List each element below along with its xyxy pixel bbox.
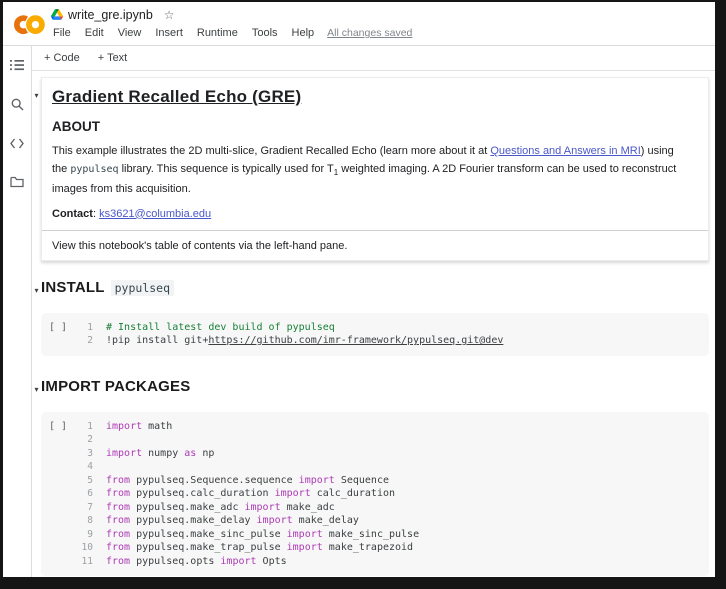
- code-line: 6 from pypulseq.calc_duration import calc…: [75, 487, 709, 501]
- code-text: from pypulseq.Sequence.sequence import S…: [106, 474, 389, 488]
- line-number: 3: [75, 447, 93, 461]
- menu-insert[interactable]: Insert: [148, 27, 190, 39]
- line-number: 4: [75, 460, 93, 474]
- notebook-title[interactable]: write_gre.ipynb: [68, 8, 153, 22]
- code-line: 9 from pypulseq.make_sinc_pulse import ma…: [75, 528, 709, 542]
- mri-qa-link[interactable]: Questions and Answers in MRI: [490, 145, 640, 157]
- code-line: 2 !pip install git+https://github.com/imr…: [75, 334, 709, 348]
- menu-view[interactable]: View: [111, 27, 149, 39]
- import-section-title: IMPORT PACKAGES: [41, 378, 190, 395]
- code-text: from pypulseq.opts import Opts: [106, 555, 287, 569]
- run-cell-button[interactable]: [ ]: [41, 321, 75, 348]
- notebook-area: ▾ Gradient Recalled Echo (GRE) ABOUT Thi…: [32, 71, 715, 577]
- code-text: from pypulseq.make_trap_pulse import mak…: [106, 541, 413, 555]
- about-heading: ABOUT: [52, 119, 696, 134]
- code-text: from pypulseq.make_delay import make_del…: [106, 514, 359, 528]
- search-icon[interactable]: [8, 95, 26, 113]
- menu-runtime[interactable]: Runtime: [190, 27, 245, 39]
- menu-bar: File Edit View Insert Runtime Tools Help…: [51, 25, 412, 42]
- line-number: 1: [75, 321, 93, 335]
- line-number: 1: [75, 420, 93, 434]
- collapse-arrow-icon[interactable]: ▾: [34, 286, 38, 296]
- table-of-contents-icon[interactable]: [8, 56, 26, 74]
- code-editor[interactable]: 1 import math 2 3 import numpy as np 4 5 from…: [75, 420, 709, 569]
- para-text: library. This sequence is typically used…: [119, 163, 334, 175]
- contact-line: Contact: ks3621@columbia.edu: [52, 208, 696, 220]
- line-number: 2: [75, 334, 93, 348]
- code-text: # Install latest dev build of pypulseq: [106, 321, 335, 335]
- colab-window: write_gre.ipynb ☆ File Edit View Insert …: [0, 0, 726, 589]
- colab-logo-icon[interactable]: [11, 12, 45, 38]
- star-icon[interactable]: ☆: [164, 8, 175, 22]
- menu-tools[interactable]: Tools: [245, 27, 285, 39]
- drive-icon: [51, 9, 63, 20]
- email-link[interactable]: ks3621@columbia.edu: [99, 208, 211, 220]
- line-number: 5: [75, 474, 93, 488]
- line-number: 6: [75, 487, 93, 501]
- code-text: from pypulseq.calc_duration import calc_…: [106, 487, 395, 501]
- line-number: 2: [75, 433, 93, 447]
- code-snippets-icon[interactable]: [8, 134, 26, 152]
- menu-help[interactable]: Help: [285, 27, 322, 39]
- collapse-arrow-icon[interactable]: ▾: [34, 385, 38, 395]
- files-icon[interactable]: [8, 173, 26, 191]
- code-line: 5 from pypulseq.Sequence.sequence import …: [75, 474, 709, 488]
- add-code-button[interactable]: + Code: [44, 52, 80, 64]
- markdown-cell[interactable]: Gradient Recalled Echo (GRE) ABOUT This …: [41, 77, 709, 261]
- line-number: 9: [75, 528, 93, 542]
- line-number: 11: [75, 555, 93, 569]
- app-header: write_gre.ipynb ☆ File Edit View Insert …: [3, 2, 715, 46]
- code-editor[interactable]: 1# Install latest dev build of pypulseq2…: [75, 321, 709, 348]
- code-text: import math: [106, 420, 172, 434]
- para-text: This example illustrates the 2D multi-sl…: [52, 145, 490, 157]
- code-line: 4: [75, 460, 709, 474]
- toc-note: View this notebook's table of contents v…: [52, 231, 696, 252]
- run-cell-button[interactable]: [ ]: [41, 420, 75, 569]
- install-section-badge: pypulseq: [111, 280, 174, 296]
- install-code-cell[interactable]: [ ] 1 # Install latest dev build of pypul…: [41, 313, 709, 356]
- pypulseq-inline-code: pypulseq: [70, 164, 118, 175]
- code-text: [106, 460, 112, 474]
- code-line: 8 from pypulseq.make_delay import make_de…: [75, 514, 709, 528]
- line-number: 10: [75, 541, 93, 555]
- code-line: 7 from pypulseq.make_adc import make_adc: [75, 501, 709, 515]
- left-sidebar: [3, 46, 32, 577]
- line-number: 8: [75, 514, 93, 528]
- import-code-cell[interactable]: [ ] 1 import math 2 3 import numpy as np 4 5…: [41, 412, 709, 577]
- code-text: from pypulseq.make_adc import make_adc: [106, 501, 335, 515]
- save-status[interactable]: All changes saved: [327, 27, 412, 39]
- menu-file[interactable]: File: [51, 27, 78, 39]
- code-text: import numpy as np: [106, 447, 214, 461]
- add-text-button[interactable]: + Text: [98, 52, 127, 64]
- code-line: 2: [75, 433, 709, 447]
- code-line: 10 from pypulseq.make_trap_pulse import m…: [75, 541, 709, 555]
- contact-label: Contact: [52, 208, 93, 220]
- cell-toolbar: + Code + Text: [32, 46, 715, 71]
- about-paragraph: This example illustrates the 2D multi-sl…: [52, 143, 692, 199]
- code-text: !pip install git+https://github.com/imr-…: [106, 334, 503, 348]
- line-number: 7: [75, 501, 93, 515]
- code-line: 1 # Install latest dev build of pypulseq: [75, 321, 709, 335]
- code-line: 11 from pypulseq.opts import Opts: [75, 555, 709, 569]
- code-text: [106, 433, 112, 447]
- install-section-title: INSTALL: [41, 279, 105, 296]
- code-line: 1 import math: [75, 420, 709, 434]
- code-line: 3 import numpy as np: [75, 447, 709, 461]
- menu-edit[interactable]: Edit: [78, 27, 111, 39]
- code-text: from pypulseq.make_sinc_pulse import mak…: [106, 528, 419, 542]
- cell-title: Gradient Recalled Echo (GRE): [52, 87, 696, 107]
- collapse-arrow-icon[interactable]: ▾: [34, 91, 38, 101]
